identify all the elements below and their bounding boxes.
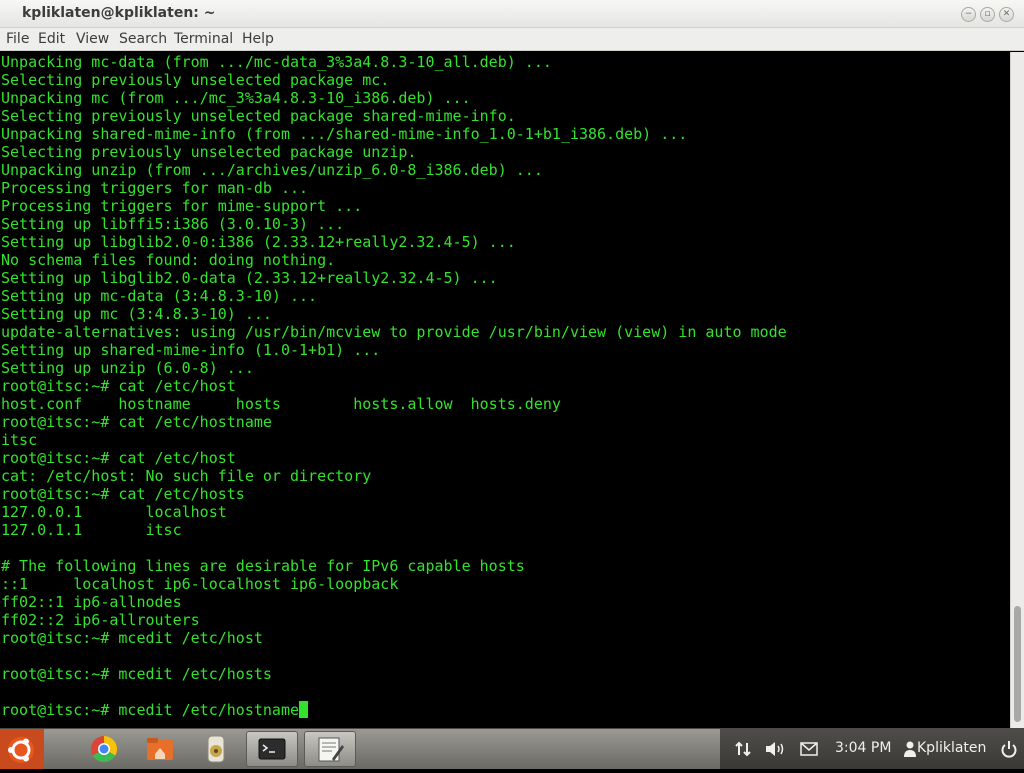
terminal-line: Processing triggers for mime-support ... <box>1 197 363 215</box>
terminal-line: itsc <box>1 431 38 449</box>
menu-search[interactable]: Search <box>119 31 167 47</box>
power-icon[interactable] <box>1000 740 1018 758</box>
clock[interactable]: 3:04 PM <box>835 740 891 756</box>
terminal-line: Selecting previously unselected package … <box>1 107 516 125</box>
terminal-line: Selecting previously unselected package … <box>1 71 390 89</box>
menu-file[interactable]: File <box>6 31 29 47</box>
menu-edit[interactable]: Edit <box>38 31 65 47</box>
terminal-line: Setting up mc-data (3:4.8.3-10) ... <box>1 287 318 305</box>
terminal-line: root@itsc:~# cat /etc/host <box>1 449 236 467</box>
home-folder-icon <box>147 738 173 760</box>
terminal-line: 127.0.1.1 itsc <box>1 521 182 539</box>
terminal-line: Setting up unzip (6.0-8) ... <box>1 359 254 377</box>
user-menu[interactable]: Kpliklaten <box>917 740 986 756</box>
text-cursor <box>299 701 309 718</box>
ubuntu-launcher[interactable] <box>0 729 44 769</box>
terminal-line: Setting up libffi5:i386 (3.0.10-3) ... <box>1 215 345 233</box>
maximize-button[interactable]: ▫ <box>980 7 995 22</box>
ubuntu-logo-icon <box>0 729 44 769</box>
terminal-window: kpliklaten@kpliklaten: ~ − ▫ ✕ File Edit… <box>0 0 1024 728</box>
terminal-line: Setting up mc (3:4.8.3-10) ... <box>1 305 272 323</box>
terminal-line: Setting up libglib2.0-data (2.33.12+real… <box>1 269 498 287</box>
title-bar[interactable]: kpliklaten@kpliklaten: ~ − ▫ ✕ <box>0 0 1024 28</box>
terminal-line: Processing triggers for man-db ... <box>1 179 309 197</box>
minimize-button[interactable]: − <box>961 7 976 22</box>
chrome-launcher[interactable] <box>78 731 130 767</box>
window-title: kpliklaten@kpliklaten: ~ <box>22 5 216 21</box>
launcher-panel <box>0 729 720 769</box>
terminal-line: 127.0.0.1 localhost <box>1 503 227 521</box>
terminal-lines: Unpacking mc-data (from .../mc-data_3%3a… <box>1 53 787 701</box>
terminal-line: No schema files found: doing nothing. <box>1 251 336 269</box>
menu-help[interactable]: Help <box>242 31 274 47</box>
system-tray: 3:04 PM Kpliklaten <box>720 729 1024 769</box>
home-folder-launcher[interactable] <box>134 731 186 767</box>
text-editor-launcher[interactable] <box>304 731 356 767</box>
text-editor-icon <box>318 737 344 762</box>
user-icon <box>904 741 916 757</box>
terminal-line: Selecting previously unselected package … <box>1 143 417 161</box>
media-player-icon <box>207 735 225 763</box>
terminal-line: root@itsc:~# cat /etc/host <box>1 377 236 395</box>
terminal-line: Unpacking mc (from .../mc_3%3a4.8.3-10_i… <box>1 89 471 107</box>
terminal-line: Unpacking unzip (from .../archives/unzip… <box>1 161 543 179</box>
terminal-launcher[interactable] <box>246 731 298 767</box>
terminal-line: ::1 localhost ip6-localhost ip6-loopback <box>1 575 399 593</box>
terminal-line: ff02::1 ip6-allnodes <box>1 593 182 611</box>
menu-bar: File Edit View Search Terminal Help <box>0 28 1024 51</box>
terminal-line: root@itsc:~# cat /etc/hosts <box>1 485 245 503</box>
chrome-icon <box>91 735 118 763</box>
terminal-line: root@itsc:~# mcedit /etc/host <box>1 629 263 647</box>
terminal-output[interactable]: Unpacking mc-data (from .../mc-data_3%3a… <box>0 52 1010 728</box>
terminal-scrollbar[interactable] <box>1010 52 1024 728</box>
terminal-line: root@itsc:~# cat /etc/hostname <box>1 413 272 431</box>
terminal-line: update-alternatives: using /usr/bin/mcvi… <box>1 323 787 341</box>
terminal-line: Unpacking shared-mime-info (from .../sha… <box>1 125 688 143</box>
scrollbar-thumb[interactable] <box>1014 606 1021 722</box>
current-prompt: root@itsc:~# mcedit /etc/hostname <box>1 701 300 719</box>
terminal-line: Setting up shared-mime-info (1.0-1+b1) .… <box>1 341 381 359</box>
network-icon[interactable] <box>734 740 752 758</box>
close-button[interactable]: ✕ <box>999 7 1014 22</box>
terminal-line: Unpacking mc-data (from .../mc-data_3%3a… <box>1 53 552 71</box>
terminal-line: root@itsc:~# mcedit /etc/hosts <box>1 665 272 683</box>
current-prompt-line[interactable]: root@itsc:~# mcedit /etc/hostname <box>1 701 309 719</box>
menu-terminal[interactable]: Terminal <box>174 31 233 47</box>
terminal-icon <box>258 738 286 760</box>
volume-icon[interactable] <box>764 740 786 758</box>
media-player-launcher[interactable] <box>190 731 242 767</box>
terminal-line: ff02::2 ip6-allrouters <box>1 611 200 629</box>
terminal-line: # The following lines are desirable for … <box>1 557 525 575</box>
mail-icon[interactable] <box>800 742 818 756</box>
taskbar: 3:04 PM Kpliklaten <box>0 728 1024 769</box>
terminal-line: cat: /etc/host: No such file or director… <box>1 467 372 485</box>
menu-view[interactable]: View <box>76 31 109 47</box>
terminal-line: host.conf hostname hosts hosts.allow hos… <box>1 395 561 413</box>
terminal-line: Setting up libglib2.0-0:i386 (2.33.12+re… <box>1 233 516 251</box>
